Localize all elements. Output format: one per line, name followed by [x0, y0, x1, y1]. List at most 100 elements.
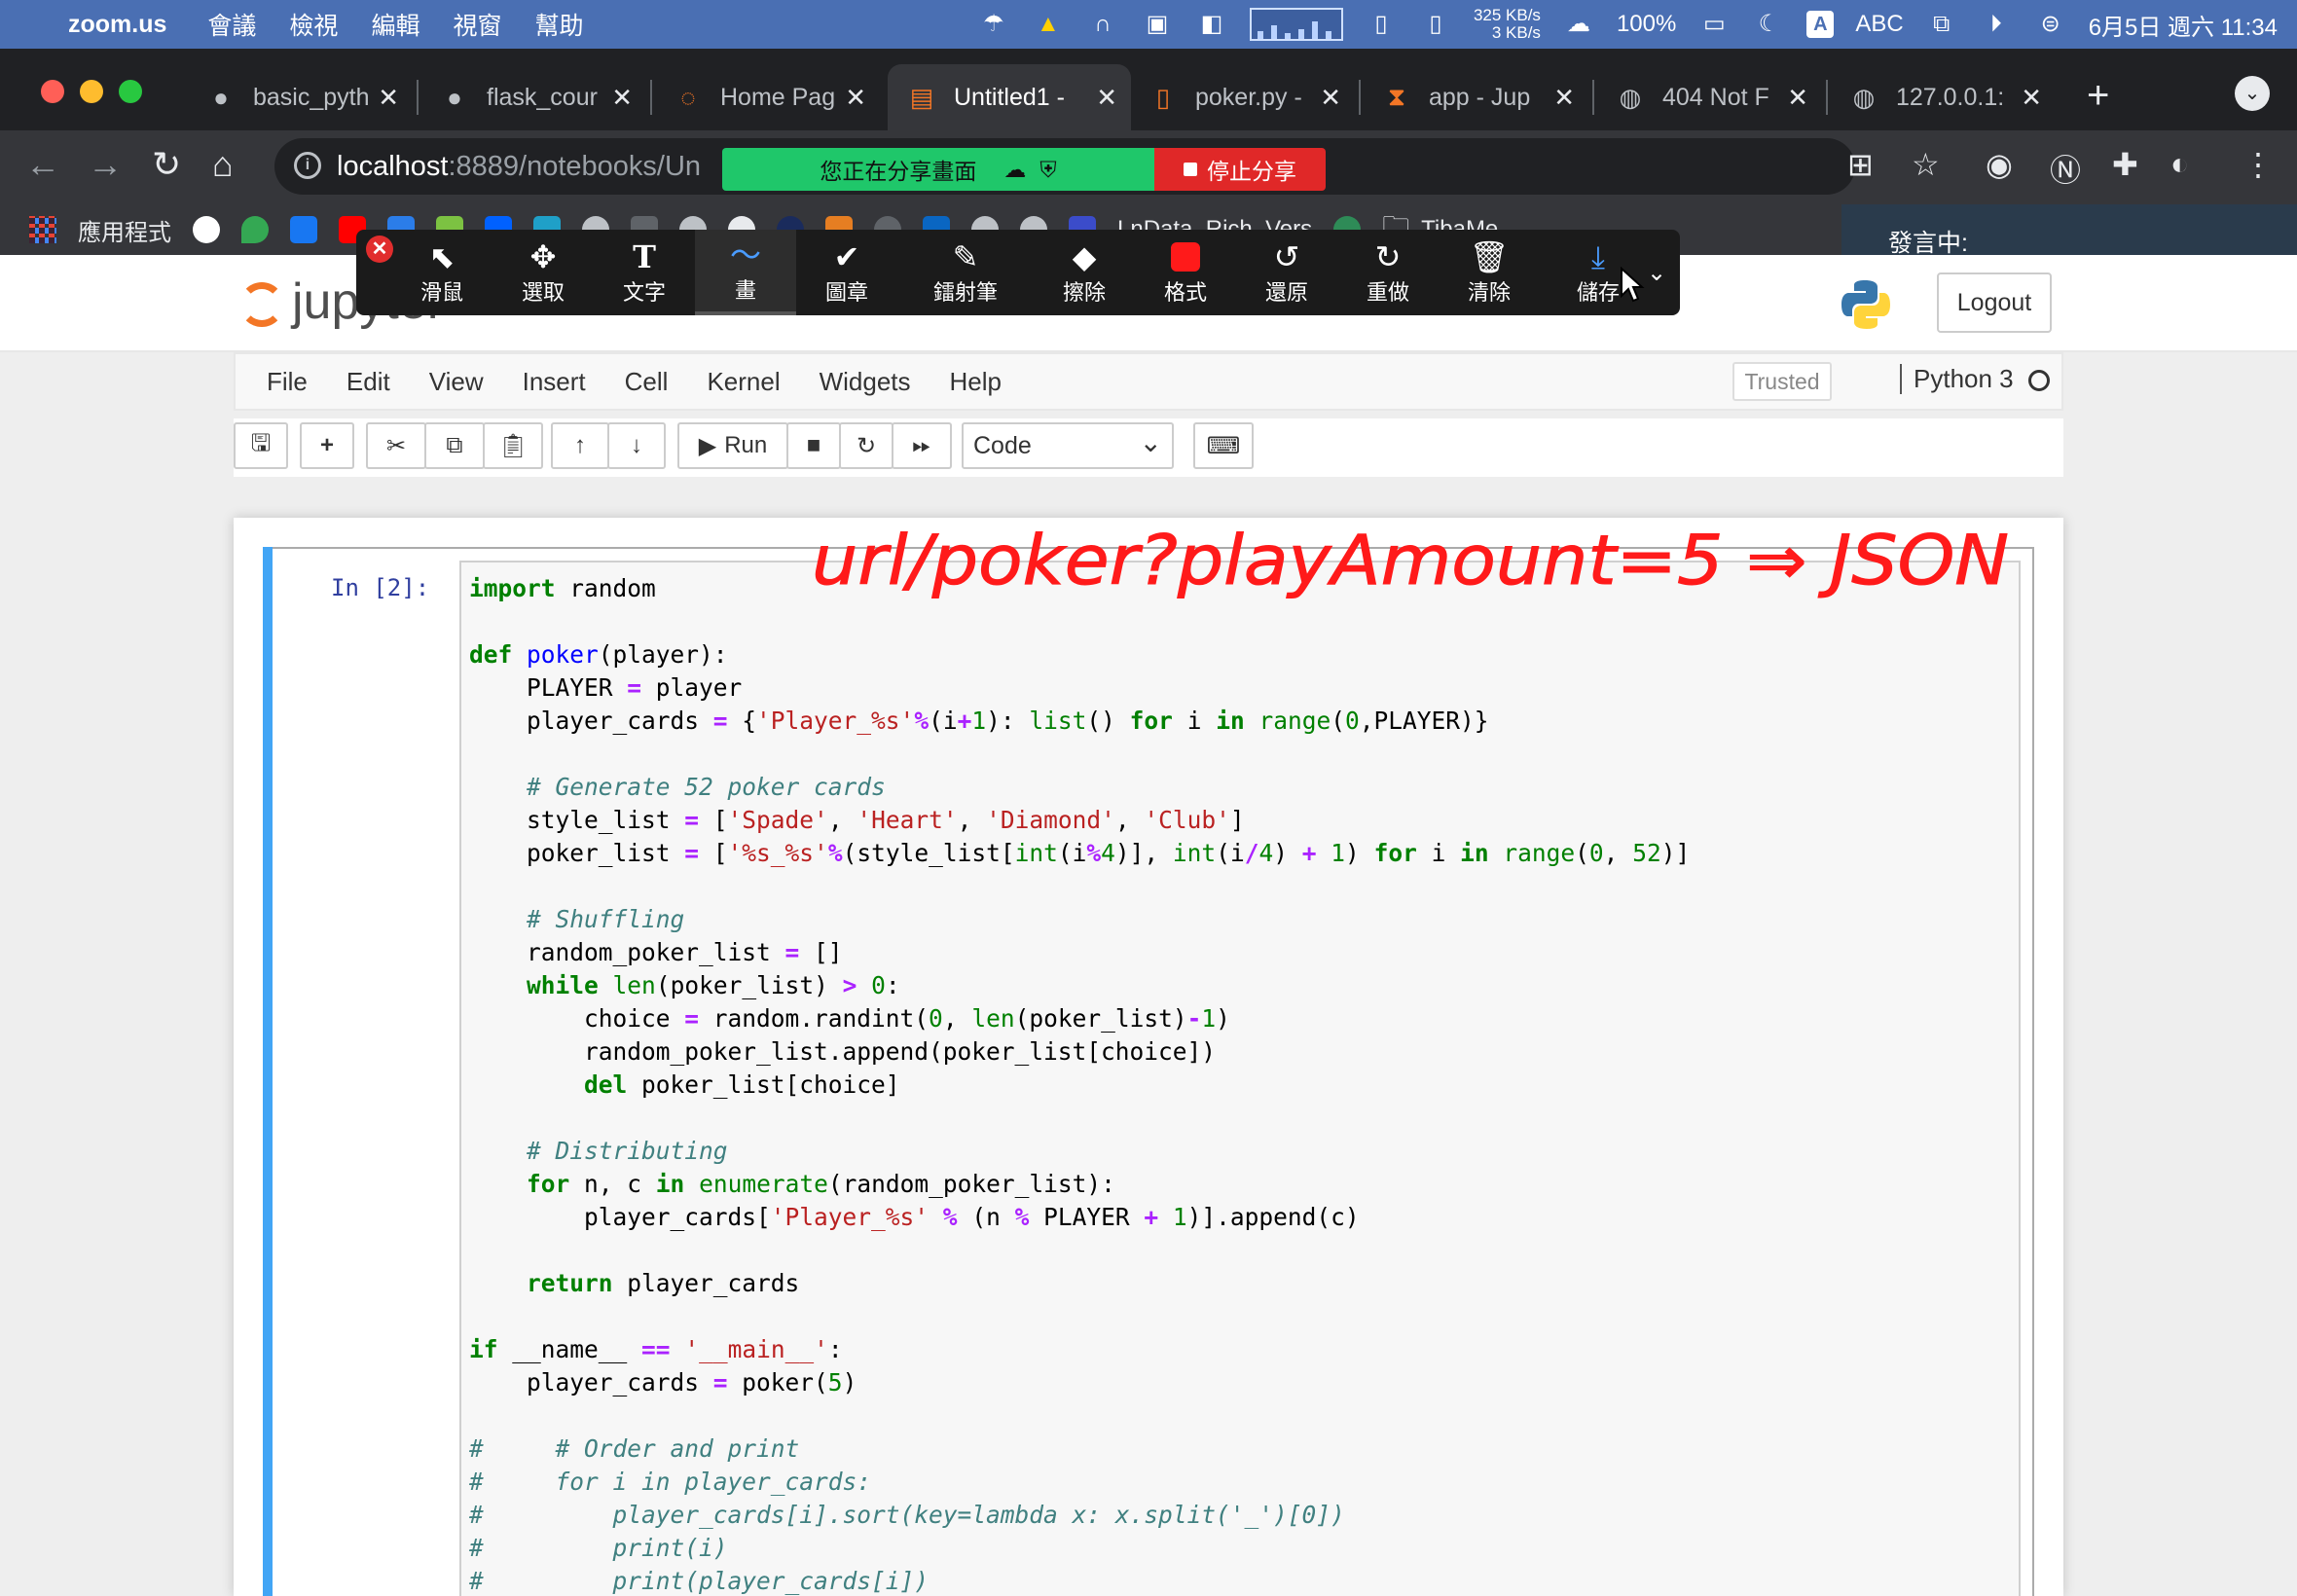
tool-mouse[interactable]: ⬉ 滑鼠: [391, 230, 492, 315]
tab-home-page[interactable]: ◌ Home Pag ✕: [654, 64, 880, 130]
reload-icon[interactable]: ↻: [152, 144, 181, 185]
menu-view[interactable]: View: [429, 367, 484, 397]
control-center-icon[interactable]: ⊜: [2034, 10, 2067, 39]
tool-undo[interactable]: ↺ 還原: [1236, 230, 1337, 315]
cloud-upload-icon[interactable]: ☁: [1562, 10, 1595, 39]
weather-icon[interactable]: ☂: [977, 10, 1010, 39]
tool-redo[interactable]: ↻ 重做: [1337, 230, 1439, 315]
move-up-button[interactable]: ↑: [551, 422, 609, 469]
menu-help[interactable]: Help: [950, 367, 1002, 397]
command-palette-button[interactable]: ⌨: [1193, 422, 1254, 469]
tab-close-icon[interactable]: ✕: [611, 83, 646, 113]
facebook-icon[interactable]: [290, 216, 317, 243]
translate-icon[interactable]: ⊞: [1847, 146, 1874, 183]
code-content[interactable]: import random def poker(player): PLAYER =…: [469, 572, 1690, 1596]
trusted-badge[interactable]: Trusted: [1732, 362, 1832, 401]
restart-button[interactable]: ↻: [839, 422, 893, 469]
input-source-label[interactable]: ABC: [1855, 11, 1903, 38]
headphones-icon[interactable]: ∩: [1086, 10, 1119, 39]
window-close-button[interactable]: [41, 80, 64, 103]
memory-icon[interactable]: ▯: [1365, 10, 1398, 39]
tool-eraser[interactable]: ◆ 擦除: [1034, 230, 1135, 315]
disk-icon[interactable]: ▯: [1419, 10, 1452, 39]
tab-close-icon[interactable]: ✕: [2021, 83, 2056, 113]
google-icon[interactable]: [193, 216, 220, 243]
bookmark-star-icon[interactable]: ☆: [1912, 146, 1940, 183]
tab-app-jupyter[interactable]: ⧗ app - Jup ✕: [1363, 64, 1588, 130]
menu-cell[interactable]: Cell: [625, 367, 669, 397]
menu-widgets[interactable]: Widgets: [820, 367, 911, 397]
menu-file[interactable]: File: [267, 367, 308, 397]
tab-close-icon[interactable]: ✕: [378, 83, 413, 113]
maps-icon[interactable]: [241, 216, 269, 243]
close-icon[interactable]: ✕: [366, 236, 393, 263]
extensions-puzzle-icon[interactable]: ✚: [2112, 146, 2138, 183]
tab-flask-course[interactable]: ● flask_cour ✕: [420, 64, 646, 130]
tab-localhost-127[interactable]: ◍ 127.0.0.1: ✕: [1830, 64, 2056, 130]
tool-stamp[interactable]: ✔ 圖章: [796, 230, 897, 315]
chevron-down-icon[interactable]: ⌄: [1647, 259, 1666, 287]
tool-draw[interactable]: 〜畫: [695, 230, 796, 315]
battery-icon[interactable]: ▭: [1697, 10, 1731, 39]
paste-button[interactable]: 📋︎: [483, 422, 543, 469]
tab-search-icon[interactable]: ⌄: [2235, 76, 2270, 111]
tool-text[interactable]: T 文字: [594, 230, 695, 315]
new-tab-icon[interactable]: +: [2087, 74, 2109, 118]
screen-mirror-icon[interactable]: ⧉: [1925, 10, 1958, 39]
chrome-menu-icon[interactable]: ⋮: [2242, 146, 2274, 183]
window-minimize-button[interactable]: [80, 80, 103, 103]
layout-icon[interactable]: ◧: [1195, 10, 1228, 39]
tab-close-icon[interactable]: ✕: [1787, 83, 1822, 113]
back-icon[interactable]: ←: [25, 144, 60, 185]
tab-untitled1[interactable]: ▤ Untitled1 - ✕: [888, 64, 1131, 130]
menu-kernel[interactable]: Kernel: [707, 367, 780, 397]
tool-select[interactable]: ✥ 選取: [492, 230, 594, 315]
tab-close-icon[interactable]: ✕: [1320, 83, 1355, 113]
moon-icon[interactable]: ☾: [1752, 10, 1785, 39]
tab-close-icon[interactable]: ✕: [1096, 83, 1131, 113]
cut-button[interactable]: ✂: [366, 422, 426, 469]
menubar-datetime[interactable]: 6月5日 週六 11:34: [2089, 8, 2278, 42]
move-down-button[interactable]: ↓: [607, 422, 666, 469]
menubar-item-window[interactable]: 視窗: [453, 7, 501, 42]
restart-run-all-button[interactable]: ⏩︎: [892, 422, 952, 469]
warning-icon[interactable]: ▲: [1032, 10, 1065, 39]
profile-avatar[interactable]: ◐: [2170, 146, 2189, 182]
tab-404[interactable]: ◍ 404 Not F ✕: [1596, 64, 1822, 130]
menubar-app-name[interactable]: zoom.us: [68, 11, 166, 39]
forward-icon[interactable]: →: [88, 144, 123, 185]
extension-icon[interactable]: ◉: [1986, 146, 2013, 183]
menubar-item-meeting[interactable]: 會議: [207, 7, 256, 42]
site-info-icon[interactable]: i: [294, 152, 321, 179]
run-button[interactable]: ▶ Run: [677, 422, 788, 469]
insert-cell-button[interactable]: +: [300, 422, 354, 469]
net-speed[interactable]: 325 KB/s 3 KB/s: [1474, 7, 1541, 42]
tab-basic-python[interactable]: ● basic_pyth ✕: [187, 64, 413, 130]
sharing-indicator[interactable]: 您正在分享畫面 ☁ ⛨: [722, 148, 1154, 191]
menubar-item-edit[interactable]: 編輯: [371, 7, 419, 42]
copy-button[interactable]: ⧉: [424, 422, 485, 469]
logout-button[interactable]: Logout: [1937, 272, 2052, 333]
cpu-graph[interactable]: [1249, 8, 1343, 41]
menu-edit[interactable]: Edit: [346, 367, 390, 397]
input-source-icon[interactable]: A: [1806, 11, 1835, 38]
tool-clear[interactable]: 🗑 清除: [1439, 230, 1540, 315]
menubar-item-help[interactable]: 幫助: [534, 7, 583, 42]
menu-insert[interactable]: Insert: [523, 367, 586, 397]
interrupt-button[interactable]: ■: [786, 422, 841, 469]
save-button[interactable]: 🖫: [234, 422, 288, 469]
play-icon[interactable]: ⏵: [1980, 10, 2013, 39]
tab-close-icon[interactable]: ✕: [1553, 83, 1588, 113]
cell-type-select[interactable]: Code: [962, 422, 1174, 469]
battery-percent[interactable]: 100%: [1617, 11, 1676, 38]
notion-icon[interactable]: Ⓝ: [2050, 146, 2081, 191]
window-zoom-button[interactable]: [119, 80, 142, 103]
home-icon[interactable]: ⌂: [212, 144, 234, 185]
tab-close-icon[interactable]: ✕: [845, 83, 880, 113]
tool-laser[interactable]: ✎ 鐳射筆: [897, 230, 1034, 315]
bookmark-apps[interactable]: 應用程式: [78, 213, 171, 247]
menubar-item-view[interactable]: 檢視: [289, 7, 338, 42]
apps-grid-icon[interactable]: [29, 216, 56, 243]
stop-share-button[interactable]: 停止分享: [1154, 148, 1326, 191]
tab-poker-py[interactable]: ▯ poker.py - ✕: [1129, 64, 1355, 130]
